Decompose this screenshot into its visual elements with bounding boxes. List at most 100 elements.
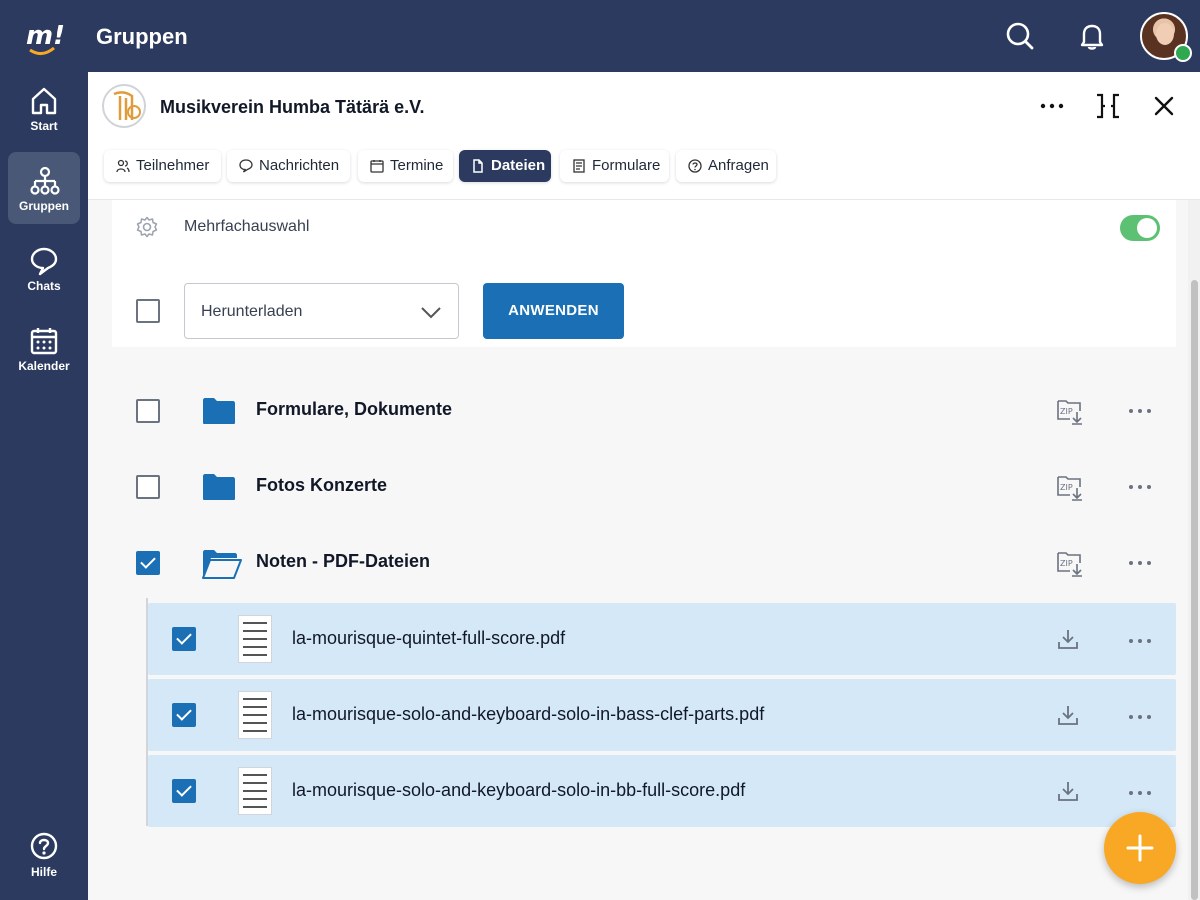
search-icon[interactable]: [1004, 20, 1036, 52]
folder-checkbox[interactable]: [136, 475, 160, 499]
file-checkbox[interactable]: [172, 627, 196, 651]
group-name: Musikverein Humba Tätärä e.V.: [160, 97, 425, 117]
tab-formulare[interactable]: Formulare: [560, 150, 669, 182]
zip-download-icon[interactable]: ZIP: [1056, 473, 1084, 501]
folder-name: Formulare, Dokumente: [256, 399, 453, 419]
avatar[interactable]: [1140, 12, 1192, 62]
bulk-action-value: Herunterladen: [201, 303, 303, 320]
pdf-thumbnail: [238, 691, 272, 739]
apply-button[interactable]: ANWENDEN: [483, 283, 624, 339]
scrollbar[interactable]: [1188, 200, 1200, 900]
download-icon[interactable]: [1056, 779, 1080, 803]
folder-icon: [203, 474, 235, 500]
sidebar-item-chats[interactable]: Chats: [8, 232, 80, 304]
people-icon: [116, 159, 130, 173]
tab-label: Termine: [390, 157, 444, 174]
sidebar-item-label: Chats: [27, 279, 61, 293]
avatar-face: [1156, 23, 1174, 45]
online-status-icon: [1174, 44, 1192, 62]
app-logo[interactable]: m!: [24, 14, 65, 58]
sidebar-item-gruppen[interactable]: Gruppen: [8, 152, 80, 224]
svg-text:m!: m!: [26, 21, 64, 51]
svg-text:ZIP: ZIP: [1060, 483, 1073, 492]
groups-icon: [30, 166, 60, 195]
toggle-knob: [1137, 218, 1157, 238]
add-button[interactable]: [1104, 812, 1176, 884]
group-logo: [102, 84, 146, 128]
download-icon[interactable]: [1056, 627, 1080, 651]
file-checkbox[interactable]: [172, 779, 196, 803]
tab-label: Anfragen: [708, 157, 769, 174]
zip-download-icon[interactable]: ZIP: [1056, 397, 1084, 425]
sidebar-item-hilfe[interactable]: Hilfe: [8, 818, 80, 890]
folder-open-icon: [202, 550, 242, 579]
folder-checkbox[interactable]: [136, 551, 160, 575]
folder-row[interactable]: Fotos Konzerte ZIP: [112, 449, 1176, 525]
zip-download-icon[interactable]: ZIP: [1056, 549, 1084, 577]
folder-name: Noten - PDF-Dateien: [256, 551, 431, 571]
question-icon: [688, 159, 702, 173]
tab-teilnehmer[interactable]: Teilnehmer: [104, 150, 221, 182]
files-content: Mehrfachauswahl Herunterladen ANWENDEN F…: [88, 200, 1188, 900]
more-options-icon[interactable]: [1128, 559, 1152, 567]
tab-nachrichten[interactable]: Nachrichten: [227, 150, 350, 182]
group-header: Musikverein Humba Tätärä e.V. Teilnehmer…: [88, 72, 1200, 200]
more-options-icon[interactable]: [1128, 483, 1152, 491]
file-name: la-mourisque-quintet-full-score.pdf: [292, 628, 566, 648]
home-icon: [31, 87, 57, 115]
sidebar: m! Start Gruppen Chats Kalender Hilfe: [0, 0, 88, 900]
sidebar-item-kalender[interactable]: Kalender: [8, 312, 80, 384]
sidebar-item-label: Gruppen: [19, 199, 69, 213]
sidebar-item-label: Hilfe: [30, 865, 57, 879]
folder-checkbox[interactable]: [136, 399, 160, 423]
folder-row[interactable]: Noten - PDF-Dateien ZIP: [112, 525, 1176, 601]
multi-select-toggle[interactable]: [1120, 215, 1160, 241]
pdf-thumbnail: [238, 615, 272, 663]
tab-label: Dateien: [491, 157, 546, 174]
form-icon: [573, 159, 585, 173]
file-row[interactable]: la-mourisque-quintet-full-score.pdf: [148, 603, 1176, 675]
multi-select-label: Mehrfachauswahl: [184, 218, 310, 235]
gear-icon: [136, 216, 158, 238]
bell-icon[interactable]: [1076, 20, 1108, 52]
calendar-icon: [370, 160, 384, 173]
svg-text:ZIP: ZIP: [1060, 407, 1073, 416]
file-name: la-mourisque-solo-and-keyboard-solo-in-b…: [292, 780, 746, 800]
more-options-icon[interactable]: [1128, 789, 1152, 797]
close-icon[interactable]: [1150, 92, 1178, 120]
more-options-icon[interactable]: [1128, 713, 1152, 721]
file-checkbox[interactable]: [172, 703, 196, 727]
tab-anfragen[interactable]: Anfragen: [676, 150, 776, 182]
svg-text:ZIP: ZIP: [1060, 559, 1073, 568]
folder-icon: [203, 398, 235, 424]
tab-label: Teilnehmer: [136, 157, 210, 174]
more-options-icon[interactable]: [1128, 407, 1152, 415]
sidebar-item-start[interactable]: Start: [8, 72, 80, 144]
tab-label: Nachrichten: [259, 157, 340, 174]
sidebar-item-label: Kalender: [18, 359, 70, 373]
top-bar: Gruppen: [88, 0, 1200, 72]
file-row[interactable]: la-mourisque-solo-and-keyboard-solo-in-b…: [148, 755, 1176, 827]
chat-icon: [30, 247, 58, 276]
tab-label: Formulare: [592, 157, 661, 174]
plus-icon: [1126, 834, 1154, 862]
pdf-thumbnail: [238, 767, 272, 815]
page-title: Gruppen: [96, 24, 188, 49]
scroll-thumb[interactable]: [1191, 280, 1198, 900]
calendar-icon: [30, 328, 58, 355]
select-all-checkbox[interactable]: [136, 299, 160, 323]
more-options-icon[interactable]: [1038, 92, 1066, 120]
bulk-action-select[interactable]: Herunterladen: [184, 283, 459, 339]
folder-row[interactable]: Formulare, Dokumente ZIP: [112, 373, 1176, 449]
bulk-action-toolbar: Mehrfachauswahl Herunterladen ANWENDEN: [112, 200, 1176, 347]
file-row[interactable]: la-mourisque-solo-and-keyboard-solo-in-b…: [148, 679, 1176, 751]
collapse-icon[interactable]: [1094, 92, 1122, 120]
more-options-icon[interactable]: [1128, 637, 1152, 645]
files-icon: [473, 159, 483, 173]
help-icon: [30, 832, 58, 860]
tab-termine[interactable]: Termine: [358, 150, 453, 182]
tab-dateien[interactable]: Dateien: [459, 150, 551, 182]
chevron-down-icon: [421, 307, 441, 319]
download-icon[interactable]: [1056, 703, 1080, 727]
message-icon: [239, 159, 253, 173]
